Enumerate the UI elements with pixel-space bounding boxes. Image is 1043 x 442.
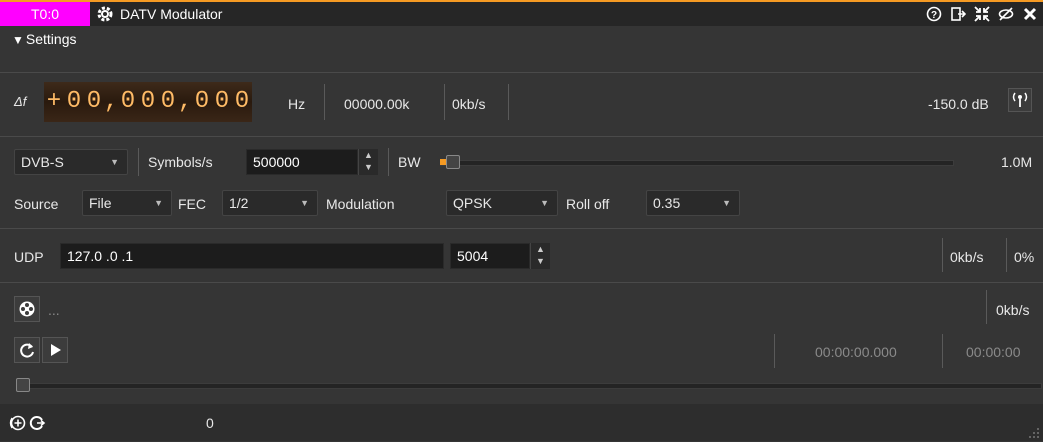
source-value: File <box>89 195 112 211</box>
antenna-icon[interactable] <box>1008 88 1032 112</box>
fec-label: FEC <box>178 196 206 212</box>
file-rate: 0kb/s <box>996 302 1030 318</box>
frequency-dial[interactable]: + 0 0 , 0 0 0 , 0 0 0 <box>44 82 252 122</box>
hide-icon[interactable] <box>996 4 1016 24</box>
udp-rate: 0kb/s <box>950 249 984 265</box>
standard-select[interactable]: DVB-S ▼ <box>14 149 128 175</box>
dial-sign[interactable]: + <box>44 82 64 122</box>
fec-select[interactable]: 1/2 ▼ <box>222 190 318 216</box>
dial-digit[interactable]: 0 <box>212 82 232 122</box>
divider <box>138 148 139 176</box>
close-icon[interactable] <box>1020 4 1040 24</box>
source-label: Source <box>14 196 59 212</box>
chevron-down-icon: ▼ <box>540 198 549 208</box>
channel-power: -150.0 dB <box>928 96 989 112</box>
move-to-workspace-icon[interactable] <box>948 4 968 24</box>
udp-address-input[interactable]: 127.0 .0 .1 <box>60 243 444 269</box>
dial-digit[interactable]: 0 <box>232 82 252 122</box>
dial-digit[interactable]: 0 <box>138 82 158 122</box>
source-select[interactable]: File ▼ <box>82 190 172 216</box>
rolloff-label: Roll off <box>566 196 610 212</box>
modulation-select[interactable]: QPSK ▼ <box>446 190 558 216</box>
divider <box>324 84 325 120</box>
bandwidth-label: BW <box>398 154 421 170</box>
modulation-label: Modulation <box>326 196 395 212</box>
window-title: DATV Modulator <box>120 6 223 22</box>
gear-icon[interactable] <box>96 5 114 23</box>
status-value: 0 <box>206 415 214 431</box>
play-icon <box>51 344 61 356</box>
dial-digit[interactable]: 0 <box>64 82 84 122</box>
dial-digit[interactable]: 0 <box>84 82 104 122</box>
dial-separator: , <box>178 82 192 122</box>
shrink-icon[interactable] <box>972 4 992 24</box>
udp-percent: 0% <box>1014 249 1035 265</box>
bandwidth-slider[interactable] <box>440 160 954 166</box>
file-name: ... <box>48 302 60 318</box>
duplicate-channel-icon[interactable] <box>28 414 46 432</box>
divider <box>942 334 943 368</box>
divider <box>444 84 445 120</box>
elapsed-time: 00:00:00.000 <box>815 344 897 360</box>
modulation-value: QPSK <box>453 195 492 211</box>
channel-index-badge[interactable]: T0:0 <box>0 2 90 26</box>
film-reel-icon <box>19 301 35 317</box>
divider <box>0 228 1043 229</box>
bandwidth-value: 1.0M <box>1001 154 1033 170</box>
file-position-slider[interactable] <box>16 383 1042 389</box>
chevron-down-icon: ▼ <box>722 198 731 208</box>
symbol-rate-spin[interactable]: ▲ ▼ <box>358 149 378 175</box>
divider <box>1006 238 1007 272</box>
settings-toggle[interactable]: ▼ Settings <box>12 28 76 51</box>
dial-digit[interactable]: 0 <box>158 82 178 122</box>
add-channel-icon[interactable] <box>8 414 26 432</box>
divider <box>942 238 943 272</box>
dial-separator: , <box>104 82 118 122</box>
udp-port-input[interactable]: 5004 <box>450 243 530 269</box>
delta-frequency-label: Δf <box>14 94 27 109</box>
standard-value: DVB-S <box>21 154 64 170</box>
loop-icon <box>20 343 34 358</box>
symbol-rate-label: Symbols/s <box>148 154 213 170</box>
chevron-down-icon: ▼ <box>154 198 163 208</box>
settings-label: Settings <box>25 31 77 47</box>
open-file-button[interactable] <box>14 296 40 322</box>
divider <box>0 282 1043 283</box>
divider <box>0 136 1043 137</box>
chevron-down-icon: ▼ <box>300 198 309 208</box>
total-time: 00:00:00 <box>966 344 1021 360</box>
rolloff-value: 0.35 <box>653 195 681 211</box>
status-bar <box>0 404 1043 441</box>
resize-grip-icon[interactable] <box>1028 426 1040 438</box>
channel-rate: 0kb/s <box>452 96 486 112</box>
chevron-down-icon: ▼ <box>110 157 119 167</box>
rolloff-select[interactable]: 0.35 ▼ <box>646 190 740 216</box>
frequency-unit: Hz <box>288 96 306 112</box>
triangle-down-icon: ▼ <box>12 33 24 47</box>
file-position-handle[interactable] <box>16 378 30 392</box>
udp-label: UDP <box>14 249 44 265</box>
divider <box>774 334 775 368</box>
frequency-readout: 00000.00k <box>344 96 410 112</box>
dial-digit[interactable]: 0 <box>192 82 212 122</box>
divider <box>388 148 389 176</box>
svg-text:?: ? <box>931 10 937 21</box>
loop-button[interactable] <box>14 337 40 363</box>
fec-value: 1/2 <box>229 195 249 211</box>
udp-port-spin[interactable]: ▲ ▼ <box>530 243 550 269</box>
help-icon[interactable]: ? <box>924 4 944 24</box>
divider <box>0 72 1043 73</box>
play-button[interactable] <box>42 337 68 363</box>
divider <box>508 84 509 120</box>
bandwidth-slider-handle[interactable] <box>446 155 460 169</box>
dial-digit[interactable]: 0 <box>118 82 138 122</box>
divider <box>986 290 987 324</box>
symbol-rate-input[interactable]: 500000 <box>246 149 358 175</box>
